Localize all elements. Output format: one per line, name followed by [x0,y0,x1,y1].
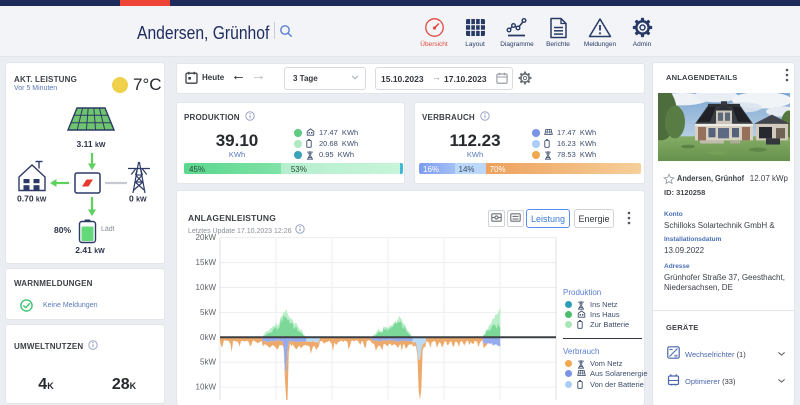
svg-text:15kW: 15kW [196,258,217,267]
svg-text:3.11 kW: 3.11 kW [77,139,106,149]
svg-text:Lädt: Lädt [101,226,115,233]
svg-text:5kW: 5kW [200,358,216,367]
svg-text:0 kW: 0 kW [129,194,147,204]
svg-text:0.70 kW: 0.70 kW [17,194,47,204]
svg-text:0kW: 0kW [200,333,216,342]
svg-text:2.41 kW: 2.41 kW [75,245,105,255]
svg-text:10kW: 10kW [196,283,217,292]
svg-text:80%: 80% [54,225,71,235]
svg-text:5kW: 5kW [200,308,216,317]
svg-text:10kW: 10kW [196,383,217,392]
svg-text:20kW: 20kW [196,233,217,242]
